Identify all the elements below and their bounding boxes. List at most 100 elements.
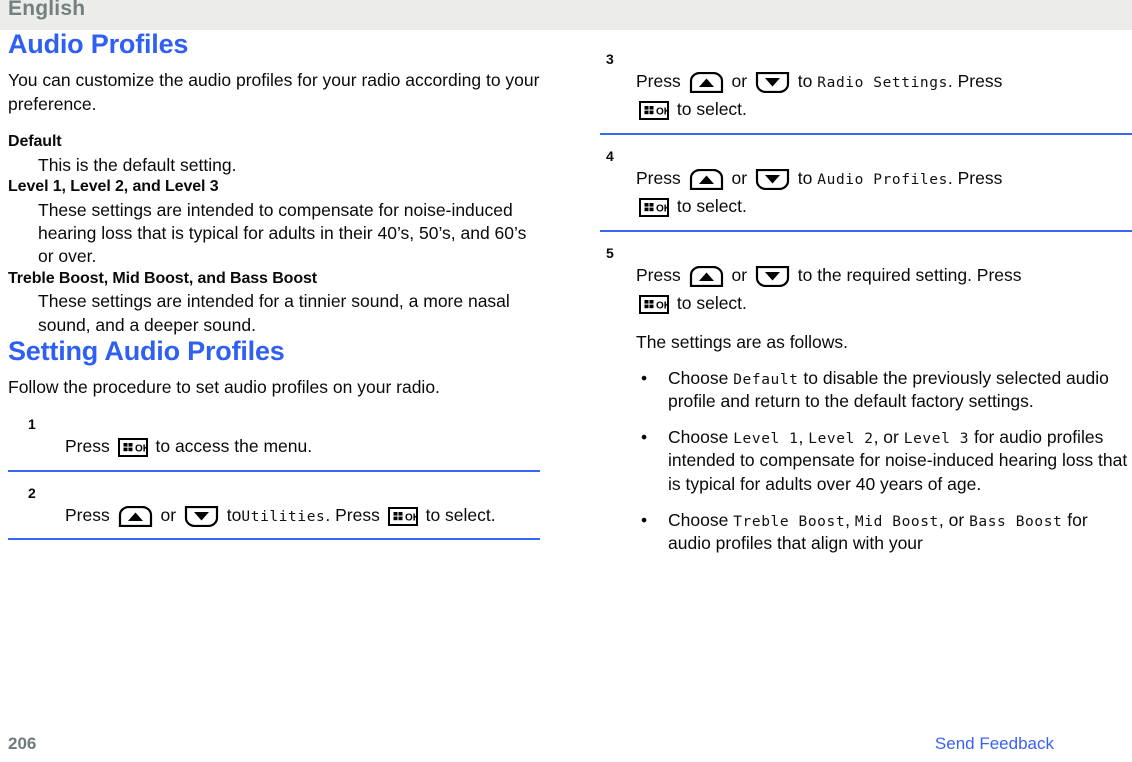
subsection-title: Setting Audio Profiles — [8, 335, 285, 366]
definition-item: Level 1, Level 2, and Level 3 These sett… — [8, 177, 540, 269]
step-text-segment: to select. — [676, 99, 747, 120]
bullet-lead: Choose — [668, 427, 729, 448]
ok-key-icon: OK — [639, 101, 669, 121]
bullet-separator: , — [845, 509, 851, 530]
menu-item-label: Treble Boost — [733, 513, 846, 530]
menu-item-label: Bass Boost — [969, 513, 1063, 530]
procedure-step: 5 Press or to the required setting. Pres… — [600, 246, 1132, 565]
step-text: Press or to Radio Settings. Press OK to … — [636, 52, 1132, 124]
step-text-segment: to — [226, 504, 242, 525]
menu-item-label: Level 1 — [733, 431, 799, 448]
right-column: 3 Press or to Radio Settings. Press OK t… — [600, 30, 1132, 565]
procedure-step: 3 Press or to Radio Settings. Press OK t… — [600, 52, 1132, 135]
ok-key-icon: OK — [639, 294, 669, 314]
up-arrow-key-icon — [689, 71, 724, 93]
menu-item-label: Radio Settings — [817, 75, 948, 91]
step-text-segment: Press — [65, 504, 110, 525]
down-arrow-key-icon — [755, 265, 790, 287]
definition-term: Level 1, Level 2, and Level 3 — [8, 177, 219, 195]
menu-item-label: Default — [733, 371, 799, 388]
bullet-icon: • — [641, 509, 648, 530]
page-content: Audio Profiles You can customize the aud… — [0, 30, 1132, 730]
step-number: 2 — [28, 484, 36, 501]
menu-item-label: Level 2 — [808, 431, 874, 448]
definition-item: Default This is the default setting. — [8, 132, 540, 177]
list-item: • Choose Level 1, Level 2, or Level 3 fo… — [636, 426, 1132, 496]
step-text-segment: Press — [636, 167, 681, 188]
audio-profile-definition-list: Default This is the default setting. Lev… — [8, 132, 540, 337]
definition-term: Default — [8, 132, 62, 150]
step-text-segment: or — [731, 264, 748, 285]
up-arrow-key-icon — [689, 265, 724, 287]
page-number: 206 — [8, 734, 37, 753]
step-number: 1 — [28, 416, 36, 433]
definition-description: These settings are intended to compensat… — [38, 199, 527, 267]
procedure-step: 2 Press or toUtilities. Press OK to sele… — [8, 484, 540, 541]
procedure-step: 4 Press or to Audio Profiles. Press OK t… — [600, 149, 1132, 232]
menu-item-label: Mid Boost — [854, 513, 939, 530]
setting-options-list: • Choose Default to disable the previous… — [636, 367, 1132, 556]
svg-text:OK: OK — [656, 107, 669, 118]
step-text-segment: to select. — [425, 504, 496, 525]
bullet-icon: • — [641, 427, 648, 448]
menu-item-label: Utilities — [241, 508, 326, 525]
page-title: Audio Profiles — [8, 29, 189, 59]
up-arrow-key-icon — [689, 168, 724, 190]
header-language-label: English — [8, 0, 86, 20]
step-text-segment: or — [731, 71, 748, 91]
down-arrow-key-icon — [184, 505, 219, 527]
definition-term: Treble Boost, Mid Boost, and Bass Boost — [8, 269, 318, 287]
bullet-separator: , or — [938, 509, 965, 530]
step-text-segment: or — [731, 167, 748, 188]
page-footer: 206 Send Feedback — [0, 722, 1132, 762]
step-text-segment: Press — [636, 71, 681, 91]
step-text-segment: or — [160, 504, 177, 525]
svg-text:OK: OK — [405, 512, 418, 523]
definition-item: Treble Boost, Mid Boost, and Bass Boost … — [8, 269, 540, 337]
ok-key-icon: OK — [639, 198, 669, 218]
step-number: 5 — [606, 244, 614, 261]
send-feedback-link[interactable]: Send Feedback — [935, 734, 1054, 754]
step-text-segment: to select. — [676, 293, 747, 313]
bullet-separator: , or — [873, 427, 899, 448]
step-text-segment: to — [797, 71, 813, 91]
bullet-lead: Choose — [668, 509, 729, 530]
up-arrow-key-icon — [118, 505, 153, 527]
step-text: Press OK to access the menu. — [65, 417, 540, 460]
bullet-icon: • — [641, 367, 648, 388]
step-text-segment: Press — [65, 436, 110, 457]
step-text: Press or to the required setting. Press … — [636, 246, 1132, 556]
page-header-band: English — [0, 0, 1132, 30]
down-arrow-key-icon — [755, 71, 790, 93]
step-text-segment: to the required setting. Press — [797, 264, 1022, 285]
step-text-segment: . Press — [325, 504, 380, 525]
subsection-intro-paragraph: Follow the procedure to set audio profil… — [8, 377, 440, 398]
step-number: 4 — [606, 147, 614, 164]
down-arrow-key-icon — [755, 168, 790, 190]
list-item: • Choose Treble Boost, Mid Boost, or Bas… — [636, 509, 1132, 556]
menu-item-label: Level 3 — [903, 431, 970, 448]
left-column: Audio Profiles You can customize the aud… — [8, 29, 540, 541]
step-text-segment: to access the menu. — [155, 436, 313, 457]
step-text-segment: Press — [636, 264, 681, 285]
definition-description: This is the default setting. — [38, 154, 237, 175]
step-number: 3 — [606, 51, 614, 67]
svg-text:OK: OK — [656, 300, 669, 311]
step-text: Press or to Audio Profiles. Press OK to … — [636, 149, 1132, 221]
ok-key-icon: OK — [117, 438, 148, 458]
step-text-segment: to — [797, 167, 813, 188]
step-note: The settings are as follows. — [636, 332, 849, 353]
intro-paragraph: You can customize the audio profiles for… — [8, 70, 540, 114]
svg-text:OK: OK — [135, 444, 148, 455]
step-text-segment: . Press — [947, 71, 1003, 91]
step-text-segment: . Press — [947, 167, 1003, 188]
definition-description: These settings are intended for a tinnie… — [38, 291, 510, 335]
procedure-step: 1 Press OK to access the menu. — [8, 416, 540, 472]
bullet-separator: , — [798, 427, 804, 448]
bullet-lead: Choose — [668, 367, 729, 388]
procedure-step-list: 1 Press OK to access the menu. 2 Press o… — [8, 416, 540, 541]
step-text-segment: to select. — [676, 196, 747, 217]
menu-item-label: Audio Profiles — [817, 171, 948, 188]
procedure-step-list-continued: 3 Press or to Radio Settings. Press OK t… — [600, 52, 1132, 565]
svg-text:OK: OK — [656, 204, 669, 215]
